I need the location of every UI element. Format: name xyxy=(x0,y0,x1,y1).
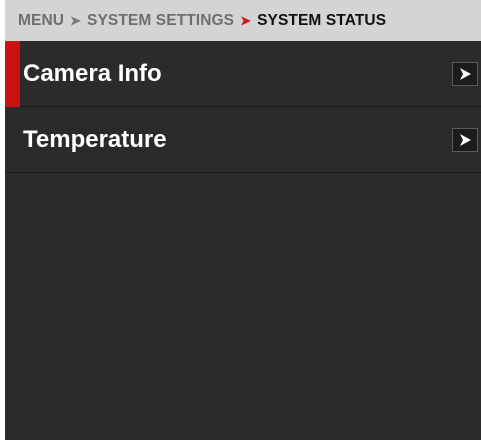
breadcrumb-menu[interactable]: MENU xyxy=(18,12,64,30)
menu-list: Camera Info Temperature xyxy=(5,41,481,440)
system-status-screen: MENU ➤ SYSTEM SETTINGS ➤ SYSTEM STATUS C… xyxy=(0,0,481,440)
menu-item-label: Temperature xyxy=(23,125,167,153)
selection-indicator xyxy=(5,41,20,107)
chevron-right-icon[interactable] xyxy=(452,127,478,152)
breadcrumb-system-status: SYSTEM STATUS xyxy=(257,11,387,29)
chevron-right-icon[interactable] xyxy=(452,61,478,86)
breadcrumb: MENU ➤ SYSTEM SETTINGS ➤ SYSTEM STATUS xyxy=(5,0,481,41)
breadcrumb-system-settings[interactable]: SYSTEM SETTINGS xyxy=(87,12,234,30)
menu-item-temperature[interactable]: Temperature xyxy=(5,107,481,173)
menu-item-camera-info[interactable]: Camera Info xyxy=(5,41,481,107)
breadcrumb-separator-icon: ➤ xyxy=(70,13,82,28)
breadcrumb-separator-icon: ➤ xyxy=(240,13,252,28)
menu-item-label: Camera Info xyxy=(23,59,162,87)
